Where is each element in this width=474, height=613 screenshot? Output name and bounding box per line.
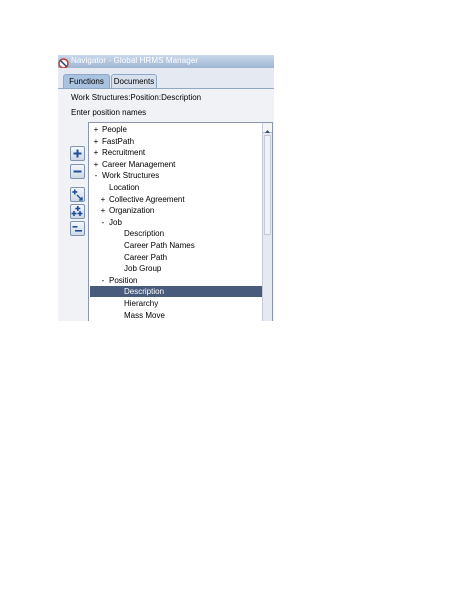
tab-functions[interactable]: Functions xyxy=(63,74,110,88)
tree-item[interactable]: + Recruitment xyxy=(90,147,266,158)
tree-item[interactable]: - Position xyxy=(90,275,272,286)
tree-item[interactable]: + FastPath xyxy=(90,136,266,147)
tree-item[interactable]: Mass Move xyxy=(90,310,272,321)
tree-expander[interactable]: - xyxy=(99,275,107,286)
function-tree[interactable]: Mass Move Hierarchy Description - Position Jo… xyxy=(88,122,273,321)
function-prompt-label: Enter position names xyxy=(71,108,147,117)
tree-item-label: Career Path Names xyxy=(124,241,195,250)
functions-panel: Work Structures:Position:Description Ent… xyxy=(58,89,274,321)
tree-item[interactable]: + Collective Agreement xyxy=(90,194,272,205)
tree-item[interactable]: Career Path xyxy=(90,252,272,263)
scroll-thumb[interactable] xyxy=(264,135,271,235)
tree-item-label: Work Structures xyxy=(102,171,160,181)
tree-expander[interactable]: + xyxy=(99,205,107,216)
tree-item[interactable]: + People xyxy=(90,124,266,135)
tree-item-label: Position xyxy=(109,275,138,285)
tree-item[interactable]: - Work Structures xyxy=(90,170,266,181)
collapse-all-button[interactable] xyxy=(70,221,85,236)
expand-button[interactable] xyxy=(70,146,85,161)
tree-item[interactable]: Job Group xyxy=(90,263,272,274)
scroll-up-button[interactable] xyxy=(263,123,272,133)
tree-expander[interactable]: + xyxy=(92,159,100,170)
tree-expander[interactable]: - xyxy=(92,170,100,181)
oracle-no-entry-icon xyxy=(58,56,69,69)
title-bar[interactable]: Navigator - Global HRMS Manager xyxy=(58,55,274,69)
navigator-window: Navigator - Global HRMS Manager Function… xyxy=(58,55,274,321)
tree-expander[interactable]: + xyxy=(92,124,100,135)
tree-expander[interactable]: + xyxy=(92,136,100,147)
tree-expander[interactable]: + xyxy=(99,194,107,205)
tree-item-label: Location xyxy=(109,183,140,192)
tree-scrollbar[interactable] xyxy=(262,123,272,321)
tree-item[interactable]: Location xyxy=(90,182,272,193)
tree-expander[interactable]: + xyxy=(92,147,100,158)
tree-item-label: People xyxy=(102,125,127,134)
tab-documents[interactable]: Documents xyxy=(111,74,157,88)
tree-item-label: Description xyxy=(124,287,165,297)
tree-item[interactable]: + Career Management xyxy=(90,159,266,170)
expand-all-button[interactable] xyxy=(70,204,85,219)
expand-branch-button[interactable] xyxy=(70,187,85,202)
tree-expander[interactable]: - xyxy=(99,217,107,228)
tree-item[interactable]: + Organization xyxy=(90,205,272,216)
tree-item-label: Career Path xyxy=(124,252,168,262)
tree-item-label: Recruitment xyxy=(102,148,146,158)
tree-item[interactable]: Hierarchy xyxy=(90,298,272,309)
tree-item-label: Career Management xyxy=(102,159,176,169)
tree-item-label: FastPath xyxy=(102,136,135,146)
tree-item[interactable]: Career Path Names xyxy=(90,240,272,251)
tree-item-label: Collective Agreement xyxy=(109,194,185,204)
function-path-label: Work Structures:Position:Description xyxy=(71,93,202,102)
window-title: Navigator - Global HRMS Manager xyxy=(71,56,199,65)
tree-item-label: Job xyxy=(109,217,122,227)
tree-item-label: Description xyxy=(124,229,165,239)
tree-item-selected[interactable]: Description xyxy=(90,286,272,298)
tree-item[interactable]: - Job xyxy=(90,217,272,228)
tree-item-label: Job Group xyxy=(124,264,162,274)
tree-item[interactable]: Description xyxy=(90,228,272,239)
tree-item-label: Mass Move xyxy=(124,310,165,320)
collapse-button[interactable] xyxy=(70,164,85,179)
tab-strip: Functions Documents xyxy=(58,68,274,89)
tree-item-label: Hierarchy xyxy=(124,299,159,308)
tree-item-label: Organization xyxy=(109,206,155,216)
